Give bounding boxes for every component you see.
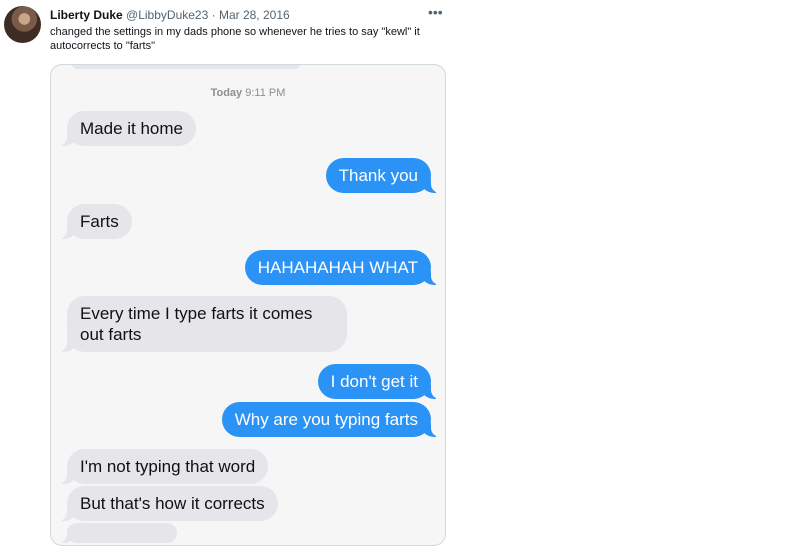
incoming-message: Farts [57, 204, 132, 239]
incoming-message: Every time I type farts it comes out far… [57, 296, 347, 352]
author-name[interactable]: Liberty Duke [50, 8, 123, 22]
message-text: Farts [80, 212, 119, 231]
message-text: But that's how it corrects [80, 494, 265, 513]
message-text: Made it home [80, 119, 183, 138]
message-text: HAHAHAHAH WHAT [257, 258, 418, 277]
outgoing-message: Why are you typing farts [221, 402, 442, 437]
incoming-message: I'm not typing that word [56, 449, 269, 484]
message-text: Thank you [338, 166, 418, 185]
message-text: Why are you typing farts [234, 410, 418, 429]
incoming-message: Made it home [57, 111, 196, 146]
outgoing-message: I don't get it [317, 364, 442, 399]
tweet-media-image[interactable]: Today 9:11 PM Made it home Thank you Far… [50, 64, 446, 546]
incoming-message-partial [57, 523, 177, 543]
tweet-header: Liberty Duke @LibbyDuke23 · Mar 28, 2016 [50, 8, 290, 22]
timestamp-time: 9:11 PM [245, 87, 286, 99]
timestamp-day: Today [210, 87, 243, 99]
avatar[interactable] [4, 6, 41, 43]
more-options-icon[interactable]: ••• [428, 5, 443, 19]
tweet-text: changed the settings in my dads phone so… [50, 26, 420, 52]
partial-bubble [71, 65, 301, 69]
message-text: Every time I type farts it comes out far… [80, 304, 313, 344]
message-text: I don't get it [330, 372, 418, 391]
outgoing-message: HAHAHAHAH WHAT [244, 250, 442, 285]
incoming-message: But that's how it corrects [57, 486, 278, 521]
separator-dot: · [211, 8, 216, 22]
author-handle[interactable]: @LibbyDuke23 [126, 8, 208, 22]
message-text: I'm not typing that word [80, 457, 256, 476]
message-timestamp: Today 9:11 PM [51, 87, 445, 99]
outgoing-message: Thank you [325, 158, 442, 193]
tweet-date[interactable]: Mar 28, 2016 [219, 8, 290, 22]
